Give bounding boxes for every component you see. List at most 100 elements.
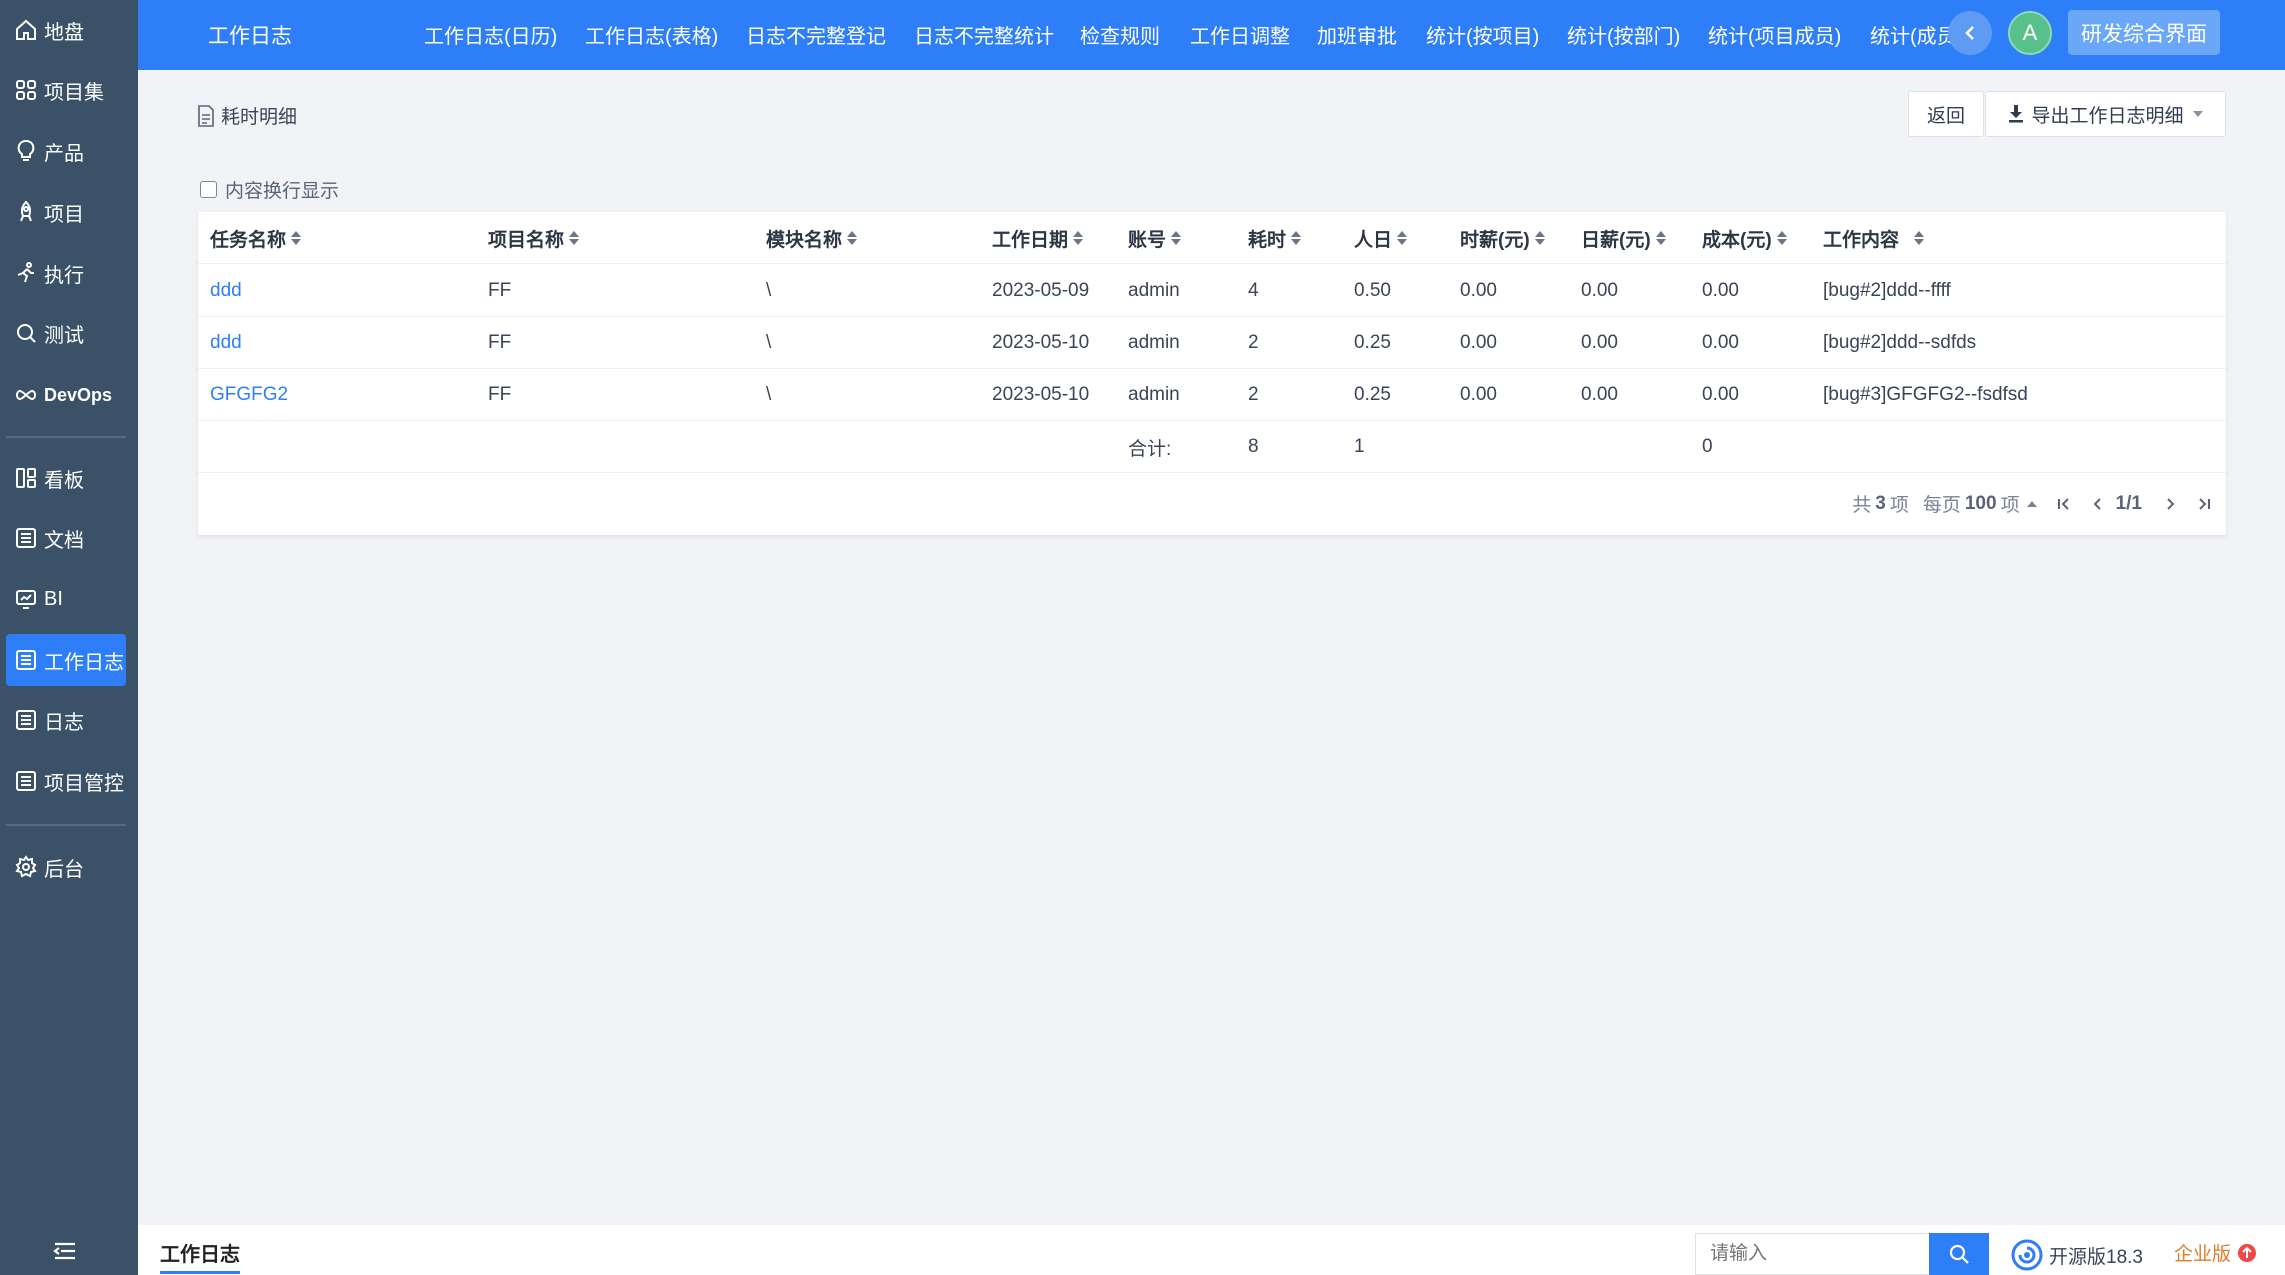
app-title: 工作日志 [208,25,292,48]
zentao-logo-icon [2011,1239,2043,1271]
search-button[interactable] [1929,1233,1989,1275]
sidebar-item-kanban[interactable]: 看板 [6,452,126,504]
sort-icon [846,229,858,247]
col-hours[interactable]: 耗时 [1248,212,1302,264]
content-cell: [bug#3]GFGFG2--fsdfsd [1823,384,2028,405]
sidebar-item-execution[interactable]: 执行 [6,247,126,299]
pager-total: 3 [1875,492,1886,514]
tab-stats-by-department[interactable]: 统计(按部门) [1567,20,1680,49]
col-task-name[interactable]: 任务名称 [210,212,302,264]
sidebar-item-doc[interactable]: 文档 [6,512,126,564]
table-header: 任务名称 项目名称 模块名称 工作日期 账号 耗时 人日 时薪(元) 日薪(元)… [198,212,2226,264]
sidebar-item-project[interactable]: 项目 [6,186,126,238]
task-link[interactable]: ddd [210,265,242,317]
tab-incomplete-register[interactable]: 日志不完整登记 [746,20,886,49]
col-project-name[interactable]: 项目名称 [488,212,580,264]
col-cost[interactable]: 成本(元) [1702,212,1788,264]
download-icon [2009,105,2024,123]
first-page-icon[interactable] [2056,496,2072,512]
sort-icon [1170,229,1182,247]
breadcrumb: 耗时明细 [197,102,297,129]
wrap-content-checkbox[interactable]: 内容换行显示 [200,176,339,203]
module-cell: \ [766,332,772,353]
infinity-icon [16,389,36,401]
pager-per-page-select[interactable]: 100 项 [1961,490,2038,517]
col-account[interactable]: 账号 [1128,212,1182,264]
monitor-icon [16,590,36,609]
wrap-content-label: 内容换行显示 [225,181,340,202]
enterprise-label: 企业版 [2174,1244,2232,1265]
sidebar-item-dashboard[interactable]: 地盘 [6,4,126,56]
sidebar-item-worklog[interactable]: 工作日志 [6,634,126,686]
account-cell: admin [1128,280,1180,301]
tab-stats-members[interactable]: 统计(成员 [1870,20,1957,49]
sidebar-item-label: DevOps [44,384,113,405]
table-row: GFGFG2 FF \ 2023-05-10 admin 2 0.25 0.00… [198,369,2226,421]
tab-workday-adjust[interactable]: 工作日调整 [1190,20,1290,49]
sidebar-divider [6,436,126,438]
menu-collapse-icon[interactable] [50,1236,80,1266]
tab-check-rules[interactable]: 检查规则 [1080,20,1160,49]
task-link[interactable]: ddd [210,317,242,369]
tab-worklog-table[interactable]: 工作日志(表格) [585,20,718,49]
col-daily-rate[interactable]: 日薪(元) [1581,212,1667,264]
sidebar-item-label: 地盘 [44,21,84,44]
sidebar-divider [6,824,126,826]
sort-icon [1290,229,1302,247]
sidebar-item-bi[interactable]: BI [6,573,126,625]
caret-up-icon [2026,500,2037,507]
last-page-icon[interactable] [2196,496,2212,512]
sort-icon [290,229,302,247]
summary-label: 合计: [1128,438,1172,460]
back-button[interactable]: 返回 [1908,91,1984,137]
next-page-icon[interactable] [2164,496,2178,512]
col-work-date[interactable]: 工作日期 [992,212,1084,264]
tab-incomplete-stats[interactable]: 日志不完整统计 [914,20,1054,49]
sidebar-item-label: 执行 [44,264,84,287]
enterprise-upgrade-link[interactable]: 企业版 [2174,1239,2257,1266]
tab-overtime-approval[interactable]: 加班审批 [1317,20,1397,49]
hours-cell: 4 [1248,280,1259,301]
days-cell: 0.25 [1354,332,1391,353]
daily-rate-cell: 0.00 [1581,280,1618,301]
list-icon [16,771,36,791]
sort-icon [1534,229,1546,247]
home-icon [16,19,36,40]
col-person-days[interactable]: 人日 [1354,212,1408,264]
tab-worklog-calendar[interactable]: 工作日志(日历) [424,20,557,49]
col-hourly-rate[interactable]: 时薪(元) [1460,212,1546,264]
avatar[interactable]: A [2008,11,2052,55]
sidebar-item-product[interactable]: 产品 [6,125,126,177]
sidebar-item-test[interactable]: 测试 [6,307,126,359]
checkbox-box[interactable] [200,181,217,198]
sidebar-item-program[interactable]: 项目集 [6,64,126,116]
table-row: ddd FF \ 2023-05-09 admin 4 0.50 0.00 0.… [198,265,2226,317]
pager-per-prefix: 每页 [1922,495,1961,516]
col-work-content[interactable]: 工作内容 [1823,212,1925,264]
version-label: 开源版18.3 [2049,1246,2143,1268]
prev-page-icon[interactable] [2090,496,2104,512]
pager-per-suffix: 项 [2000,495,2020,516]
search-input[interactable] [1695,1233,1930,1275]
tab-stats-by-project[interactable]: 统计(按项目) [1426,20,1539,49]
sidebar-item-log[interactable]: 日志 [6,694,126,746]
hourly-rate-cell: 0.00 [1460,332,1497,353]
module-cell: \ [766,280,772,301]
chevron-left-icon [1965,26,1974,40]
sidebar-item-admin[interactable]: 后台 [6,841,126,893]
col-module-name[interactable]: 模块名称 [766,212,858,264]
sidebar-item-project-control[interactable]: 项目管控 [6,755,126,807]
project-cell: FF [488,332,512,353]
sidebar-item-devops[interactable]: DevOps [6,369,126,421]
content-cell: [bug#2]ddd--ffff [1823,280,1951,301]
export-worklog-button[interactable]: 导出工作日志明细 [1985,91,2226,137]
tab-stats-project-members[interactable]: 统计(项目成员) [1708,20,1841,49]
scroll-left-button[interactable] [1948,11,1992,55]
task-link[interactable]: GFGFG2 [210,369,288,421]
worklog-detail-table: 任务名称 项目名称 模块名称 工作日期 账号 耗时 人日 时薪(元) 日薪(元)… [198,212,2226,535]
sidebar-item-label: 项目集 [44,81,104,104]
bottom-tab-worklog[interactable]: 工作日志 [160,1238,240,1274]
sidebar: 地盘 项目集 产品 项目 执行 测试 DevOps 看板 文档 BI 工作日志 [0,0,138,1275]
kanban-icon [16,468,36,488]
rd-dashboard-button[interactable]: 研发综合界面 [2068,10,2220,55]
